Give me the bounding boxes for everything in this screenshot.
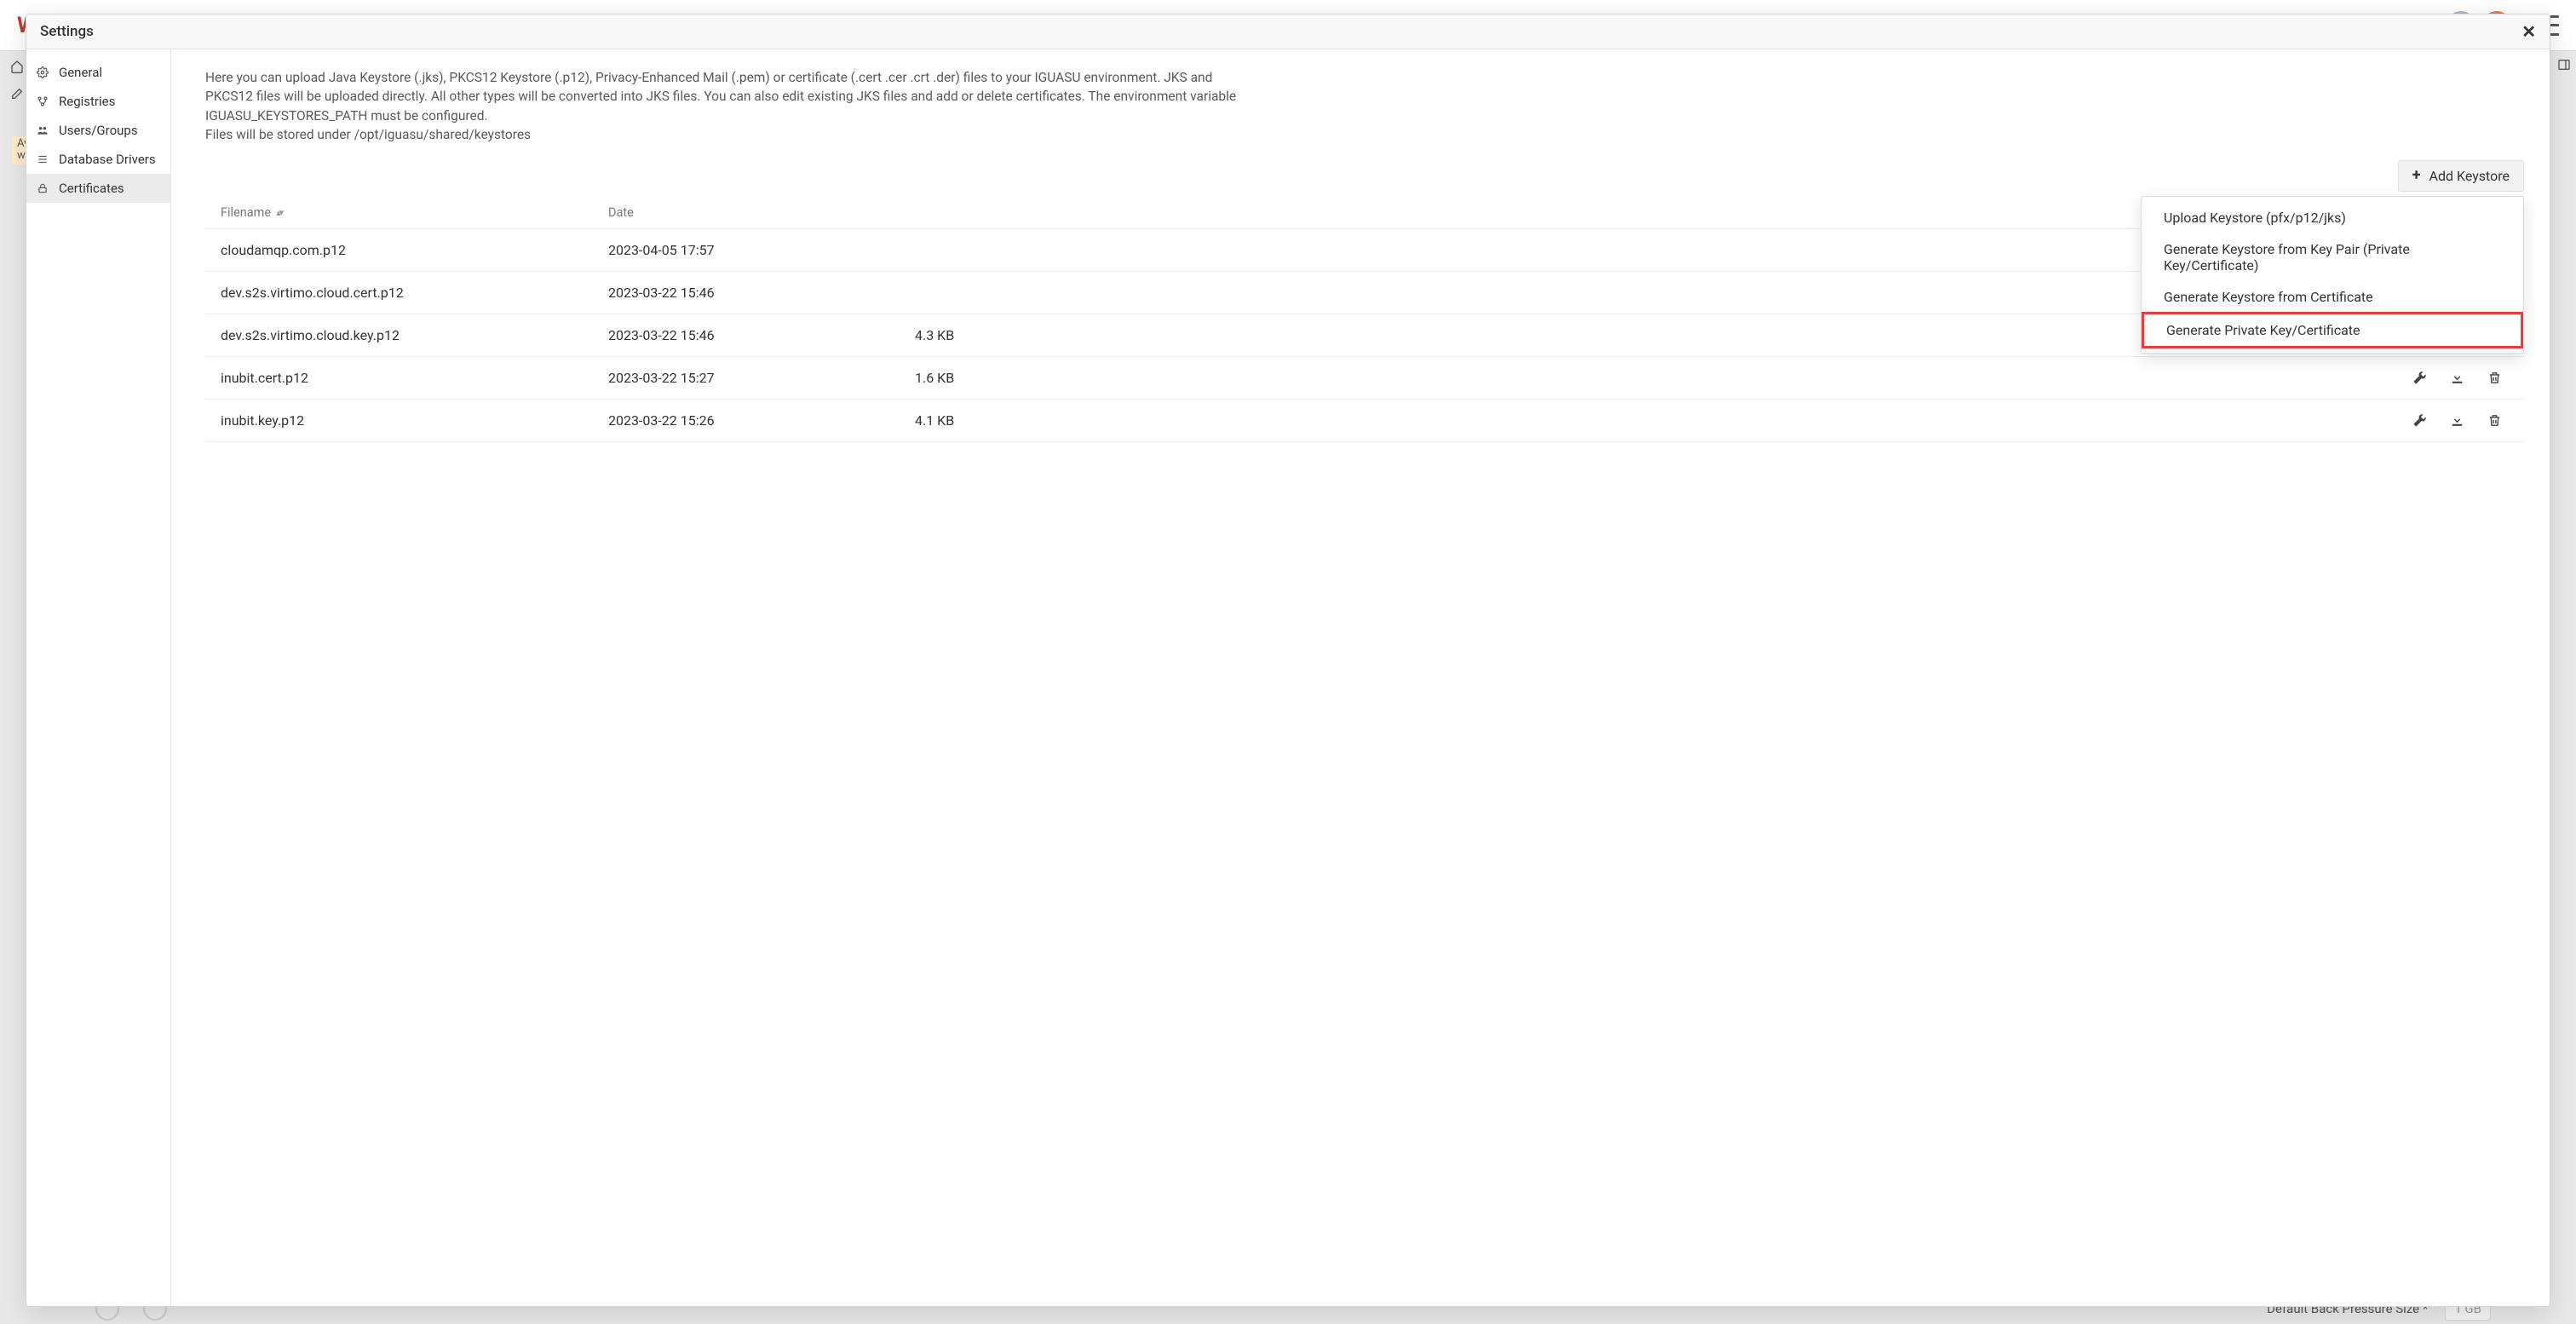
sidebar-item-label: Users/Groups xyxy=(59,123,138,138)
add-keystore-dropdown: Upload Keystore (pfx/p12/jks)Generate Ke… xyxy=(2141,196,2524,354)
sidebar-item-label: Database Drivers xyxy=(59,152,156,167)
modal-title: Settings xyxy=(40,23,94,40)
trash-icon[interactable] xyxy=(2487,412,2502,428)
cell-size: 4.3 KB xyxy=(915,327,1043,343)
cell-date: 2023-03-22 15:46 xyxy=(608,285,915,301)
cell-size: 1.6 KB xyxy=(915,370,1043,386)
panel-icon[interactable] xyxy=(2557,58,2571,72)
sidebar-item-certificates[interactable]: Certificates xyxy=(26,174,170,203)
cell-size: 4.1 KB xyxy=(915,412,1043,429)
users-icon xyxy=(37,124,50,136)
sidebar-item-database-drivers[interactable]: Database Drivers xyxy=(26,145,170,174)
table-row: inubit.key.p122023-03-22 15:264.1 KB xyxy=(205,400,2524,442)
sort-icon: ▴▾ xyxy=(276,207,282,218)
lock-icon xyxy=(37,182,50,194)
home-icon[interactable] xyxy=(10,60,24,73)
modal-header: Settings ✕ xyxy=(26,14,2550,49)
cell-filename: dev.s2s.virtimo.cloud.cert.p12 xyxy=(221,285,608,301)
wrench-icon[interactable] xyxy=(2412,370,2427,385)
sidebar-item-registries[interactable]: Registries xyxy=(26,87,170,116)
settings-main: Here you can upload Java Keystore (.jks)… xyxy=(171,49,2550,1306)
cell-filename: dev.s2s.virtimo.cloud.key.p12 xyxy=(221,327,608,343)
trash-icon[interactable] xyxy=(2487,370,2502,385)
add-keystore-label: Add Keystore xyxy=(2429,168,2510,184)
plus-icon: + xyxy=(2412,168,2421,183)
cell-date: 2023-03-22 15:46 xyxy=(608,327,915,343)
cell-date: 2023-03-22 15:27 xyxy=(608,370,915,386)
download-icon[interactable] xyxy=(2449,412,2464,428)
toolbar: + Add Keystore Upload Keystore (pfx/p12/… xyxy=(205,160,2524,192)
branch-icon xyxy=(37,95,50,107)
sidebar-item-label: Certificates xyxy=(59,181,124,196)
modal-body: General Registries Users/Groups Database Dr… xyxy=(26,49,2550,1306)
dropdown-item[interactable]: Upload Keystore (pfx/p12/jks) xyxy=(2142,202,2523,233)
close-icon[interactable]: ✕ xyxy=(2521,23,2536,40)
cell-date: 2023-03-22 15:26 xyxy=(608,412,915,429)
sidebar-item-label: Registries xyxy=(59,94,115,109)
cell-actions xyxy=(1043,412,2509,428)
wrench-icon[interactable] xyxy=(2412,412,2427,428)
sidebar-item-general[interactable]: General xyxy=(26,58,170,87)
settings-sidebar: General Registries Users/Groups Database Dr… xyxy=(26,49,171,1306)
sidebar-item-label: General xyxy=(59,65,102,80)
dropdown-item[interactable]: Generate Keystore from Certificate xyxy=(2142,281,2523,313)
cell-filename: inubit.key.p12 xyxy=(221,412,608,429)
col-header-size xyxy=(915,205,1043,220)
download-icon[interactable] xyxy=(2449,370,2464,385)
db-icon xyxy=(37,153,50,165)
cell-date: 2023-04-05 17:57 xyxy=(608,242,915,258)
edit-icon[interactable] xyxy=(10,87,24,101)
dropdown-item[interactable]: Generate Keystore from Key Pair (Private… xyxy=(2142,233,2523,281)
cell-filename: cloudamqp.com.p12 xyxy=(221,242,608,258)
settings-modal: Settings ✕ General Registries Users/Groups… xyxy=(26,14,2550,1307)
description-text: Here you can upload Java Keystore (.jks)… xyxy=(205,68,1253,145)
gear-icon xyxy=(37,66,50,78)
table-row: inubit.cert.p122023-03-22 15:271.6 KB xyxy=(205,357,2524,400)
col-header-date[interactable]: Date xyxy=(608,205,915,220)
cell-actions xyxy=(1043,370,2509,385)
sidebar-item-users-groups[interactable]: Users/Groups xyxy=(26,116,170,145)
col-header-filename[interactable]: Filename ▴▾ xyxy=(221,205,608,220)
dropdown-item[interactable]: Generate Private Key/Certificate xyxy=(2142,312,2523,348)
add-keystore-button[interactable]: + Add Keystore xyxy=(2398,160,2524,192)
cell-filename: inubit.cert.p12 xyxy=(221,370,608,386)
